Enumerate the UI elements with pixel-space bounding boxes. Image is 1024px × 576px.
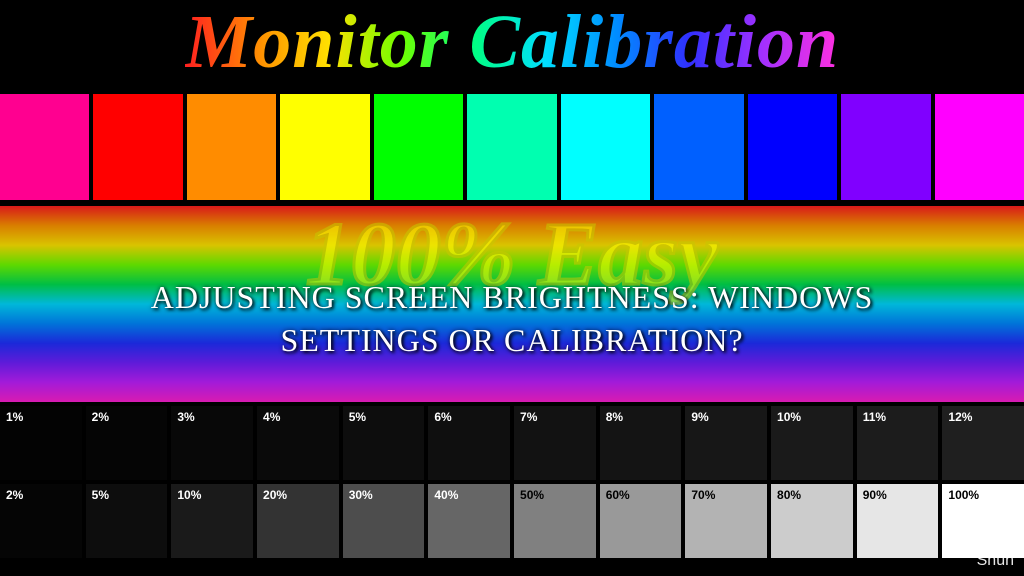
color-swatch <box>463 94 556 200</box>
mid-section: 100% Easy ADJUSTING SCREEN BRIGHTNESS: W… <box>0 206 1024 402</box>
gray-cell: 60% <box>596 484 682 558</box>
page-title: Monitor Calibration <box>185 4 840 80</box>
gray-label: 11% <box>863 410 886 424</box>
color-swatch <box>557 94 650 200</box>
gray-label: 100% <box>948 488 979 502</box>
grayscale-rows: 1% 2% 3% 4% 5% 6% 7% 8% 9% 10% 11% 12% 2… <box>0 402 1024 558</box>
gray-label: 4% <box>263 410 280 424</box>
gray-cell: 1% <box>0 406 82 480</box>
color-swatch <box>0 94 89 200</box>
gray-label: 1% <box>6 410 23 424</box>
gray-label: 6% <box>434 410 451 424</box>
gray-cell: 5% <box>339 406 425 480</box>
gray-cell: 4% <box>253 406 339 480</box>
color-swatch <box>183 94 276 200</box>
gray-label: 3% <box>177 410 194 424</box>
gray-cell: 30% <box>339 484 425 558</box>
gray-cell: 90% <box>853 484 939 558</box>
gray-label: 10% <box>777 410 801 424</box>
grayscale-row-coarse: 2% 5% 10% 20% 30% 40% 50% 60% 70% 80% 90… <box>0 480 1024 558</box>
gray-label: 5% <box>92 488 109 502</box>
gray-cell: 40% <box>424 484 510 558</box>
gray-cell: 12% <box>938 406 1024 480</box>
gray-label: 20% <box>263 488 287 502</box>
color-swatch <box>370 94 463 200</box>
title-wrap: Monitor Calibration <box>0 0 1024 80</box>
color-swatch <box>650 94 743 200</box>
gray-label: 40% <box>434 488 458 502</box>
gray-label: 2% <box>92 410 109 424</box>
gray-cell: 50% <box>510 484 596 558</box>
color-swatch <box>276 94 369 200</box>
gray-cell: 6% <box>424 406 510 480</box>
gray-cell: 2% <box>0 484 82 558</box>
gray-cell: 2% <box>82 406 168 480</box>
gray-label: 70% <box>691 488 715 502</box>
color-swatch <box>931 94 1024 200</box>
caption-line-2: SETTINGS OR CALIBRATION? <box>151 319 874 362</box>
caption-line-1: ADJUSTING SCREEN BRIGHTNESS: WINDOWS <box>151 276 874 319</box>
gray-label: 8% <box>606 410 623 424</box>
gray-label: 10% <box>177 488 201 502</box>
gray-cell: 10% <box>167 484 253 558</box>
gray-cell: 80% <box>767 484 853 558</box>
gray-label: 50% <box>520 488 544 502</box>
watermark: Shun <box>977 552 1014 570</box>
gray-cell: 5% <box>82 484 168 558</box>
grayscale-row-fine: 1% 2% 3% 4% 5% 6% 7% 8% 9% 10% 11% 12% <box>0 402 1024 480</box>
gray-label: 30% <box>349 488 373 502</box>
gray-cell: 20% <box>253 484 339 558</box>
gray-cell: 70% <box>681 484 767 558</box>
color-swatch-bar <box>0 88 1024 206</box>
gray-cell: 3% <box>167 406 253 480</box>
gray-label: 2% <box>6 488 23 502</box>
color-swatch <box>837 94 930 200</box>
gray-label: 12% <box>948 410 972 424</box>
gray-label: 5% <box>349 410 366 424</box>
gray-label: 60% <box>606 488 630 502</box>
caption: ADJUSTING SCREEN BRIGHTNESS: WINDOWS SET… <box>151 246 874 362</box>
gray-label: 90% <box>863 488 887 502</box>
color-swatch <box>89 94 182 200</box>
gray-cell: 11% <box>853 406 939 480</box>
gray-cell: 8% <box>596 406 682 480</box>
gray-cell: 100% <box>938 484 1024 558</box>
color-swatch <box>744 94 837 200</box>
gray-cell: 10% <box>767 406 853 480</box>
gray-cell: 9% <box>681 406 767 480</box>
gray-label: 80% <box>777 488 801 502</box>
gray-label: 7% <box>520 410 537 424</box>
gray-label: 9% <box>691 410 708 424</box>
gray-cell: 7% <box>510 406 596 480</box>
